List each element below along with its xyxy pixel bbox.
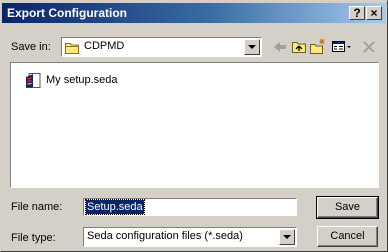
file-type-dropdown[interactable]: Seda configuration files (*.seda) — [83, 227, 297, 247]
save-in-label: Save in: — [11, 41, 51, 53]
view-menu-icon[interactable] — [331, 38, 353, 56]
title-bar[interactable]: Export Configuration ? × — [2, 3, 386, 23]
back-arrow-icon[interactable] — [272, 38, 288, 56]
file-name-label: File name: — [11, 201, 63, 213]
list-item-label: My setup.seda — [46, 74, 118, 86]
window-title: Export Configuration — [7, 6, 127, 20]
file-name-input[interactable]: Setup.seda — [83, 198, 297, 216]
cancel-button[interactable]: Cancel — [317, 226, 378, 247]
file-type-value: Seda configuration files (*.seda) — [87, 230, 243, 242]
help-button[interactable]: ? — [349, 6, 365, 20]
up-folder-icon[interactable] — [291, 38, 307, 56]
new-folder-icon[interactable] — [309, 38, 327, 56]
file-name-value: Setup.seda — [85, 199, 145, 215]
chevron-down-icon[interactable] — [244, 39, 260, 55]
folder-icon — [65, 43, 79, 54]
seda-file-icon — [26, 73, 41, 88]
save-in-dropdown[interactable]: CDPMD — [61, 37, 262, 57]
file-list[interactable]: My setup.seda — [10, 62, 379, 188]
close-button[interactable]: × — [366, 6, 382, 20]
chevron-down-icon[interactable] — [279, 229, 295, 245]
save-in-value: CDPMD — [84, 40, 125, 52]
file-type-label: File type: — [11, 232, 56, 244]
export-configuration-dialog: Export Configuration ? × Save in: CDPMD — [0, 0, 388, 252]
delete-icon[interactable] — [361, 38, 377, 56]
save-button[interactable]: Save — [316, 196, 379, 219]
